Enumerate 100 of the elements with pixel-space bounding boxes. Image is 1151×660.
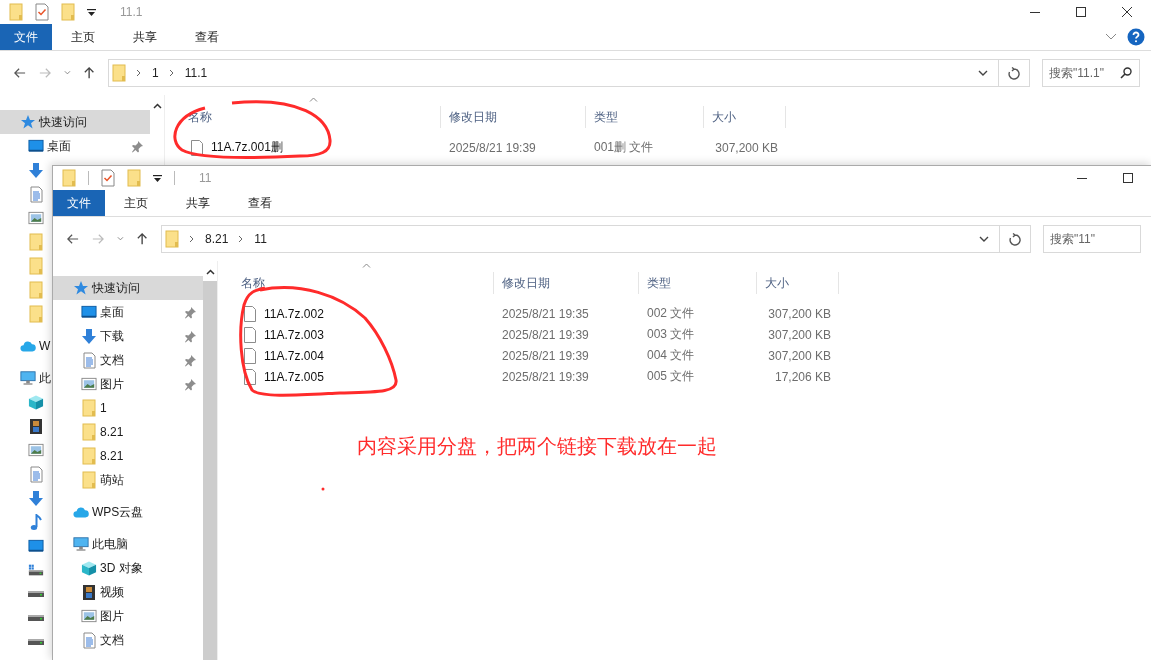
- nav-item[interactable]: 萌站: [53, 468, 124, 492]
- size-cell-text: 307,200 KB: [767, 306, 832, 321]
- column-header[interactable]: 大小: [704, 106, 786, 128]
- chevron-right-icon[interactable]: [168, 69, 175, 77]
- nav-item[interactable]: 8.21: [53, 444, 124, 468]
- nav-item[interactable]: 快速访问: [53, 276, 203, 300]
- back-arrow-icon[interactable]: [67, 233, 79, 245]
- dropdown-icon[interactable]: [87, 7, 96, 17]
- nav-item[interactable]: 3D 对象: [53, 556, 143, 580]
- type-cell-text: 005 文件: [646, 368, 696, 385]
- column-header[interactable]: 类型: [586, 106, 704, 128]
- refresh-icon[interactable]: [1008, 66, 1020, 80]
- nav-item[interactable]: 文档: [53, 628, 124, 652]
- music-note-icon: [30, 513, 42, 531]
- nav-item[interactable]: W: [0, 334, 51, 358]
- nav-item[interactable]: 1: [53, 396, 107, 420]
- nav-item[interactable]: 此: [0, 366, 51, 390]
- sort-caret-icon: [309, 97, 318, 102]
- nav-item[interactable]: 桌面: [53, 300, 203, 324]
- file-icon: [244, 368, 256, 385]
- type-cell-text: 003 文件: [646, 326, 696, 343]
- star-icon: [20, 114, 36, 130]
- type-cell-text: 001删 文件: [593, 139, 655, 156]
- nav-item[interactable]: 图片: [53, 372, 203, 396]
- nav-item[interactable]: 下载: [53, 324, 203, 348]
- maximize-icon[interactable]: [1075, 6, 1087, 18]
- up-arrow-icon[interactable]: [136, 232, 147, 246]
- chevron-right-icon[interactable]: [238, 235, 245, 243]
- file-icon: [244, 305, 256, 322]
- scrollbar[interactable]: [203, 261, 218, 660]
- nav-item[interactable]: WPS云盘: [53, 500, 144, 524]
- down-arrow-icon: [28, 161, 44, 179]
- search-field[interactable]: 搜索"11": [1043, 225, 1141, 253]
- chevron-down-icon[interactable]: [979, 235, 989, 243]
- search-icon[interactable]: [1120, 67, 1132, 79]
- pin-icon[interactable]: [184, 377, 197, 391]
- date-cell-text: 2025/8/21 19:39: [501, 348, 590, 363]
- column-header[interactable]: 修改日期: [441, 106, 586, 128]
- ribbon-tab[interactable]: 查看: [229, 190, 291, 216]
- ribbon-tab[interactable]: 共享: [114, 24, 176, 50]
- monitor-icon: [20, 370, 36, 386]
- checklist-icon[interactable]: [35, 3, 49, 21]
- drive-icon: [28, 563, 44, 577]
- address-bar[interactable]: 1 11.1: [108, 59, 999, 87]
- nav-item[interactable]: 快速访问: [0, 110, 150, 134]
- folder-icon: [62, 169, 76, 187]
- file-name[interactable]: 11A.7z.004: [264, 348, 324, 363]
- column-header[interactable]: 修改日期: [494, 272, 639, 294]
- chevron-down-icon[interactable]: [978, 69, 988, 77]
- checklist-icon[interactable]: [101, 169, 115, 187]
- scroll-up-icon[interactable]: [152, 103, 162, 109]
- address-bar[interactable]: 8.21 11: [161, 225, 1000, 253]
- column-header[interactable]: 类型: [639, 272, 757, 294]
- pin-icon[interactable]: [131, 139, 144, 153]
- column-header[interactable]: 名称: [218, 272, 494, 294]
- down-arrow-icon: [81, 327, 97, 345]
- size-cell-text: 307,200 KB: [714, 140, 779, 155]
- up-arrow-icon[interactable]: [83, 66, 94, 80]
- folder-icon: [82, 423, 96, 441]
- file-name[interactable]: 11A.7z.002: [264, 306, 324, 321]
- scroll-up-icon[interactable]: [205, 269, 215, 275]
- help-icon[interactable]: [1127, 28, 1145, 46]
- file-name[interactable]: 11A.7z.001删: [211, 139, 283, 156]
- refresh-button[interactable]: [999, 59, 1030, 87]
- pin-icon[interactable]: [184, 353, 197, 367]
- ribbon-tab[interactable]: 主页: [105, 190, 167, 216]
- drive-icon: [28, 615, 44, 621]
- nav-item[interactable]: 桌面: [0, 134, 150, 158]
- nav-item[interactable]: 文档: [53, 348, 203, 372]
- file-name[interactable]: 11A.7z.005: [264, 369, 324, 384]
- ribbon-tab[interactable]: 文件: [0, 24, 52, 50]
- maximize-icon[interactable]: [1122, 172, 1134, 184]
- nav-item[interactable]: 8.21: [53, 420, 124, 444]
- file-name[interactable]: 11A.7z.003: [264, 327, 324, 342]
- nav-item[interactable]: 此电脑: [53, 532, 128, 556]
- ribbon-tab[interactable]: 主页: [52, 24, 114, 50]
- size-cell-text: 307,200 KB: [767, 348, 832, 363]
- drive-icon: [28, 639, 44, 645]
- ribbon-tab[interactable]: 查看: [176, 24, 238, 50]
- back-arrow-icon[interactable]: [14, 67, 26, 79]
- file-icon: [244, 326, 256, 343]
- folder-icon: [29, 305, 43, 323]
- file-icon: [191, 139, 203, 156]
- nav-item[interactable]: 视频: [53, 580, 124, 604]
- search-field[interactable]: 搜索"11.1": [1042, 59, 1140, 87]
- refresh-button[interactable]: [1000, 225, 1031, 253]
- chevron-right-icon[interactable]: [136, 69, 142, 77]
- column-header[interactable]: 大小: [757, 272, 839, 294]
- ribbon-tab[interactable]: 文件: [53, 190, 105, 216]
- document-icon: [29, 185, 43, 203]
- pin-icon[interactable]: [184, 305, 197, 319]
- ribbon-tab[interactable]: 共享: [167, 190, 229, 216]
- cloud-icon: [73, 505, 89, 519]
- document-icon: [29, 465, 43, 483]
- pin-icon[interactable]: [184, 329, 197, 343]
- dropdown-icon[interactable]: [153, 173, 162, 183]
- refresh-icon[interactable]: [1009, 232, 1021, 246]
- nav-item[interactable]: 图片: [53, 604, 124, 628]
- chevron-right-icon[interactable]: [189, 235, 195, 243]
- close-icon[interactable]: [1121, 6, 1133, 18]
